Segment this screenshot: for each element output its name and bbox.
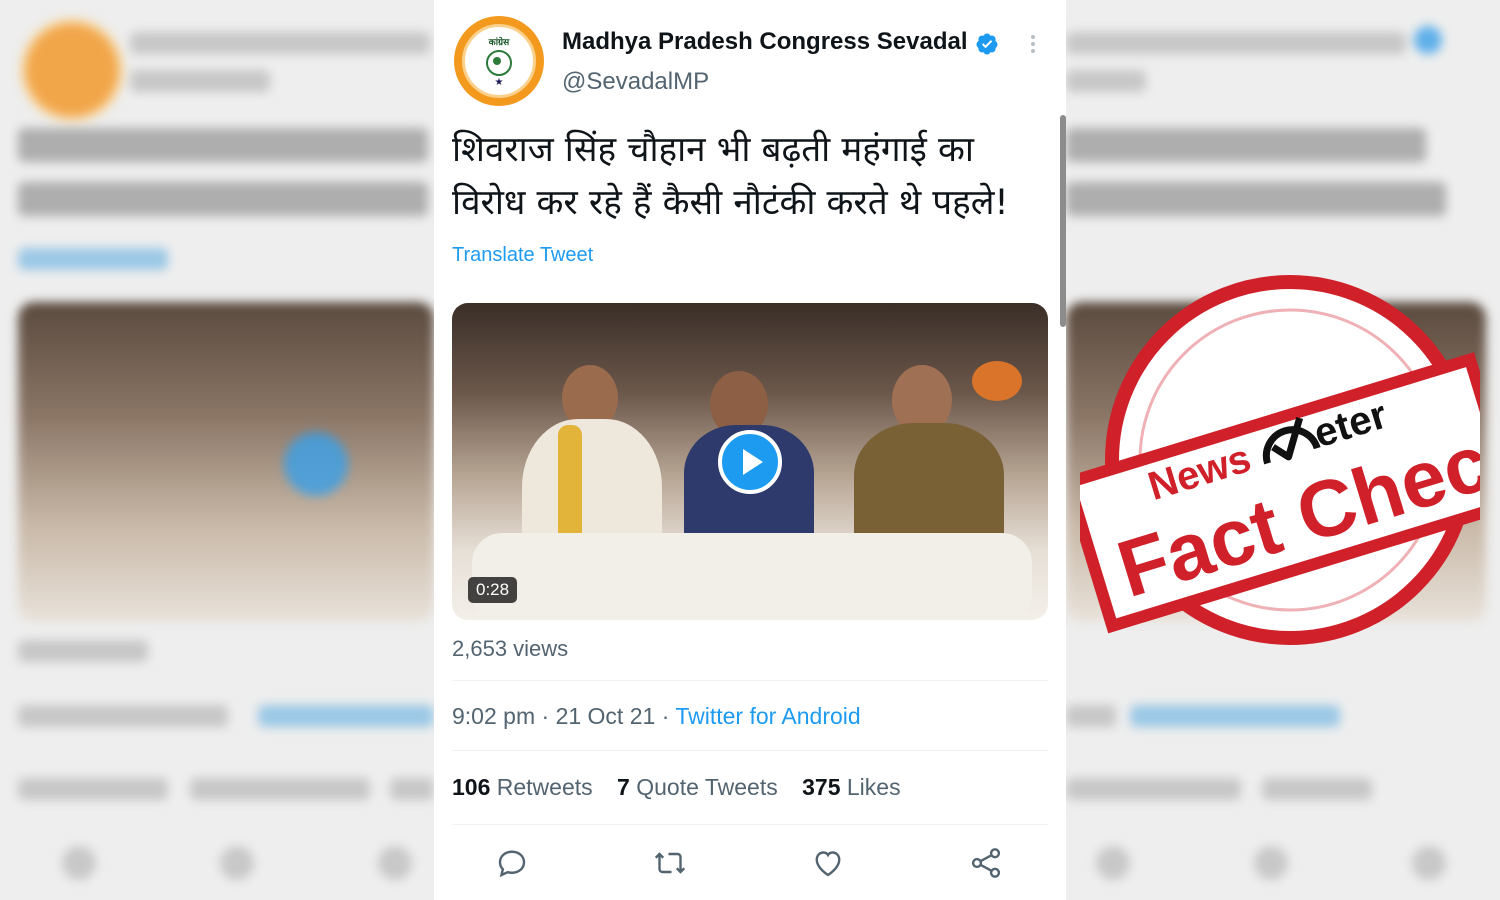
quote-tweets-stat[interactable]: 7 Quote Tweets bbox=[617, 774, 778, 800]
likes-count: 375 bbox=[802, 774, 841, 800]
retweets-label: Retweets bbox=[496, 774, 593, 800]
translate-tweet-link[interactable]: Translate Tweet bbox=[452, 244, 593, 267]
tweet-card: कांग्रेस ★ Madhya Pradesh Congress Sevad… bbox=[434, 0, 1066, 900]
divider bbox=[452, 680, 1048, 681]
retweet-icon[interactable] bbox=[652, 845, 688, 881]
tweet-text-line: शिवराज सिंह चौहान भी बढ़ती महंगाई का bbox=[452, 130, 974, 170]
video-duration: 0:28 bbox=[468, 577, 518, 603]
verified-badge-icon bbox=[976, 33, 998, 55]
tweet-stats: 106 Retweets 7 Quote Tweets 375 Likes bbox=[452, 774, 919, 801]
like-icon[interactable] bbox=[810, 845, 846, 881]
meta-separator: · bbox=[541, 703, 550, 729]
fact-check-stamp: News eter Fact Check bbox=[1080, 275, 1480, 645]
tweet-text: शिवराज सिंह चौहान भी बढ़ती महंगाई का विर… bbox=[452, 124, 1042, 230]
blurred-backdrop-left bbox=[0, 0, 434, 900]
scrollbar[interactable] bbox=[1060, 115, 1066, 327]
retweets-stat[interactable]: 106 Retweets bbox=[452, 774, 593, 800]
more-options-icon[interactable] bbox=[1024, 32, 1042, 58]
video-player[interactable]: 0:28 bbox=[452, 303, 1048, 620]
user-handle[interactable]: @SevadalMP bbox=[562, 68, 709, 96]
profile-avatar[interactable]: कांग्रेस ★ bbox=[454, 16, 544, 106]
tweet-metadata: 9:02 pm · 21 Oct 21 · Twitter for Androi… bbox=[452, 703, 861, 730]
reply-icon[interactable] bbox=[494, 845, 530, 881]
play-icon[interactable] bbox=[718, 430, 782, 494]
divider bbox=[452, 824, 1048, 825]
likes-label: Likes bbox=[846, 774, 901, 800]
share-icon[interactable] bbox=[968, 845, 1004, 881]
quotes-count: 7 bbox=[617, 774, 630, 800]
display-name[interactable]: Madhya Pradesh Congress Sevadal bbox=[562, 28, 968, 56]
likes-stat[interactable]: 375 Likes bbox=[802, 774, 900, 800]
sevadal-logo: कांग्रेस ★ bbox=[462, 24, 536, 98]
retweets-count: 106 bbox=[452, 774, 491, 800]
quotes-label: Quote Tweets bbox=[636, 774, 778, 800]
tweet-time[interactable]: 9:02 pm bbox=[452, 703, 535, 729]
view-count[interactable]: 2,653 views bbox=[452, 636, 568, 662]
tweet-source-link[interactable]: Twitter for Android bbox=[675, 703, 860, 729]
tweet-actions bbox=[452, 845, 1048, 885]
divider bbox=[452, 750, 1048, 751]
tweet-date[interactable]: 21 Oct 21 bbox=[556, 703, 656, 729]
meta-separator: · bbox=[661, 703, 670, 729]
tweet-text-line: विरोध कर रहे हैं कैसी नौटंकी करते थे पहल… bbox=[452, 183, 1009, 223]
